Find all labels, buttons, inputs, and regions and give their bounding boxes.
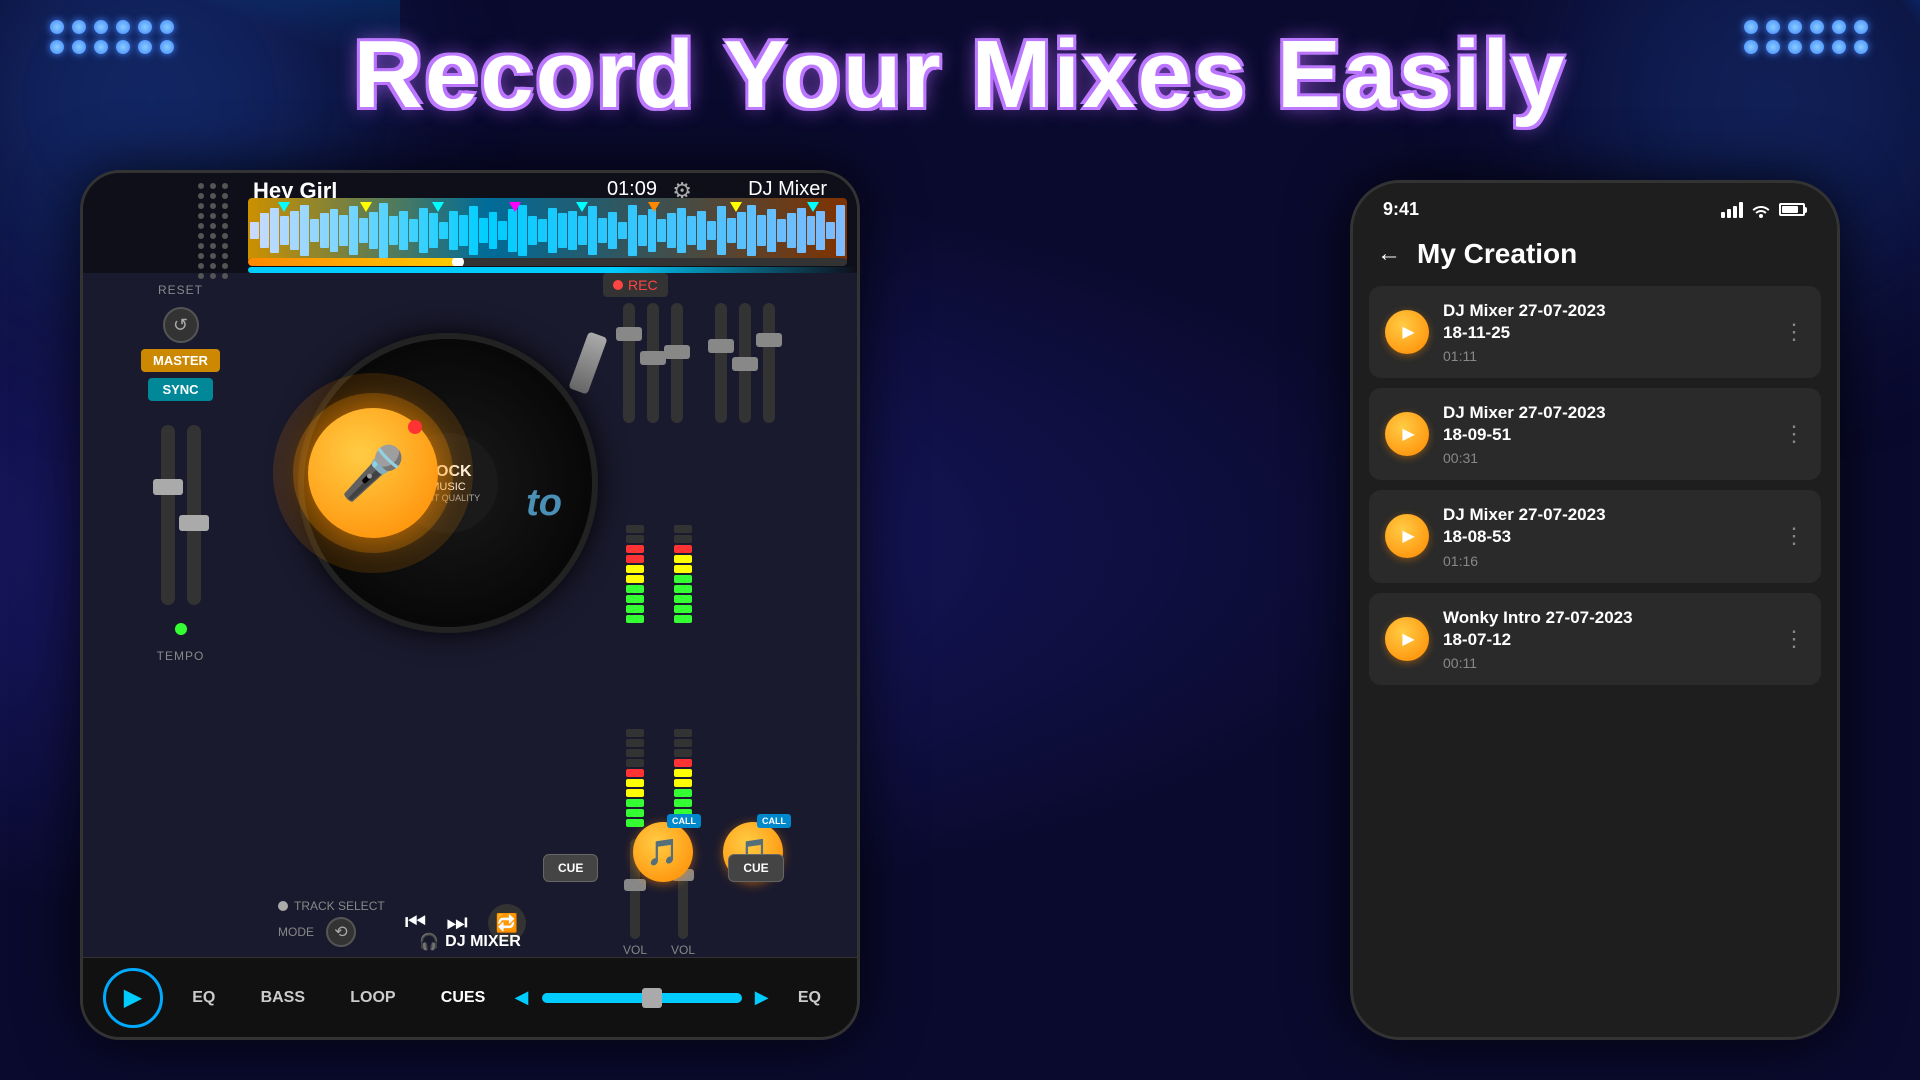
list-item[interactable]: ▶ DJ Mixer 27-07-2023 18-08-53 01:16 ⋮: [1369, 490, 1821, 582]
track-select-label: TRACK SELECT: [294, 899, 385, 913]
mic-icon: 🎤: [341, 443, 406, 504]
page-header: ← My Creation: [1353, 228, 1837, 286]
crossfader-arrow-right[interactable]: ▶: [755, 987, 769, 1008]
play-button-main[interactable]: ▶: [103, 968, 163, 1028]
eq-fader-4[interactable]: [715, 303, 727, 423]
play-circle-1[interactable]: ▶: [1385, 310, 1429, 354]
status-icons: [1721, 202, 1807, 218]
play-circle-4[interactable]: ▶: [1385, 617, 1429, 661]
signal-bars-icon: [1721, 202, 1743, 218]
crossfader[interactable]: [542, 993, 742, 1003]
creation-duration-3: 01:16: [1443, 553, 1769, 569]
tab-loop[interactable]: LOOP: [334, 981, 411, 1015]
creation-name-1: DJ Mixer 27-07-2023 18-11-25: [1443, 300, 1769, 344]
eq-fader-6[interactable]: [763, 303, 775, 423]
progress-line-bottom: [248, 267, 857, 273]
play-icon-4: ▶: [1402, 629, 1414, 649]
mic-rec-dot: [408, 420, 422, 434]
reset-button[interactable]: ↺: [163, 307, 199, 343]
creation-list: ▶ DJ Mixer 27-07-2023 18-11-25 01:11 ⋮ ▶: [1353, 286, 1837, 1037]
cue-button-1[interactable]: CUE: [543, 854, 598, 882]
page-title: My Creation: [1417, 238, 1577, 270]
more-button-4[interactable]: ⋮: [1783, 626, 1805, 652]
creation-info-1: DJ Mixer 27-07-2023 18-11-25 01:11: [1443, 300, 1769, 364]
eq-fader-5[interactable]: [739, 303, 751, 423]
battery-icon: [1779, 203, 1807, 216]
headphones-icon: 🎧: [419, 932, 439, 952]
mic-inner-ring: 🎤: [293, 393, 453, 553]
master-badge[interactable]: MASTER: [141, 349, 220, 372]
list-item[interactable]: ▶ Wonky Intro 27-07-2023 18-07-12 00:11 …: [1369, 593, 1821, 685]
light-dots-right: [1744, 20, 1870, 54]
list-item[interactable]: ▶ DJ Mixer 27-07-2023 18-11-25 01:11 ⋮: [1369, 286, 1821, 378]
dj-mixer-label: 🎧 DJ MIXER: [419, 932, 521, 952]
mic-outer-ring: 🎤: [273, 373, 473, 573]
tab-eq2[interactable]: EQ: [782, 981, 837, 1015]
cue-wrap-2: CUE: [728, 854, 783, 882]
creation-name-3: DJ Mixer 27-07-2023 18-08-53: [1443, 504, 1769, 548]
phone-right-inner: 9:41: [1353, 183, 1837, 1037]
creation-name-4: Wonky Intro 27-07-2023 18-07-12: [1443, 607, 1769, 651]
phone-dj-mixer: Hey Girl 01:09 ⚙ DJ Mixer: [80, 170, 860, 1040]
creation-duration-1: 01:11: [1443, 348, 1769, 364]
eq-fader-3[interactable]: [671, 303, 683, 423]
wifi-icon: [1751, 202, 1771, 218]
light-dots-left: [50, 20, 176, 54]
eq-fader-1[interactable]: [623, 303, 635, 423]
creation-info-4: Wonky Intro 27-07-2023 18-07-12 00:11: [1443, 607, 1769, 671]
call-badge-1: CALL: [667, 814, 701, 828]
mode-label: MODE: [278, 925, 314, 939]
crossfader-arrow-left[interactable]: ◀: [514, 987, 528, 1008]
eq-faders: [623, 303, 775, 423]
creation-info-2: DJ Mixer 27-07-2023 18-09-51 00:31: [1443, 402, 1769, 466]
sync-badge[interactable]: SYNC: [148, 378, 212, 401]
volume-slider-right[interactable]: [187, 425, 201, 605]
bottom-bar: ▶ EQ BASS LOOP CUES ◀ ▶ EQ: [83, 957, 857, 1037]
eq-fader-2[interactable]: [647, 303, 659, 423]
creation-name-2: DJ Mixer 27-07-2023 18-09-51: [1443, 402, 1769, 446]
volume-slider-left[interactable]: [161, 425, 175, 605]
play-circle-3[interactable]: ▶: [1385, 514, 1429, 558]
record-text-line2: to: [526, 483, 592, 525]
tempo-label: TEMPO: [157, 649, 205, 663]
play-icon-1: ▶: [1402, 322, 1414, 342]
creation-duration-2: 00:31: [1443, 450, 1769, 466]
mic-button[interactable]: 🎤: [308, 408, 438, 538]
play-icon-2: ▶: [1402, 424, 1414, 444]
cue-button-2[interactable]: CUE: [728, 854, 783, 882]
status-bar: 9:41: [1353, 183, 1837, 228]
more-button-3[interactable]: ⋮: [1783, 523, 1805, 549]
cue-wrap-1: CUE: [543, 854, 598, 882]
tab-cues[interactable]: CUES: [425, 981, 501, 1015]
dj-screen: Hey Girl 01:09 ⚙ DJ Mixer: [83, 173, 857, 1037]
cue-buttons: CUE CUE: [543, 854, 784, 882]
back-button[interactable]: ←: [1377, 240, 1401, 268]
mode-button[interactable]: ⟲: [326, 917, 356, 947]
level-indicator: [175, 623, 187, 635]
play-circle-2[interactable]: ▶: [1385, 412, 1429, 456]
play-icon-3: ▶: [1402, 526, 1414, 546]
status-time: 9:41: [1383, 199, 1419, 220]
waveform-canvas: [248, 198, 847, 263]
list-item[interactable]: ▶ DJ Mixer 27-07-2023 18-09-51 00:31 ⋮: [1369, 388, 1821, 480]
left-sidebar: RESET ↺ MASTER SYNC TEMPO: [83, 273, 278, 957]
progress-bar[interactable]: [248, 258, 847, 266]
call-badge-2: CALL: [757, 814, 791, 828]
mixer-section: REC: [623, 283, 847, 793]
creation-info-3: DJ Mixer 27-07-2023 18-08-53 01:16: [1443, 504, 1769, 568]
more-button-1[interactable]: ⋮: [1783, 319, 1805, 345]
title-area: Record Your Mixes Easily: [354, 20, 1567, 130]
tab-bass[interactable]: BASS: [245, 981, 321, 1015]
creation-duration-4: 00:11: [1443, 655, 1769, 671]
mic-overlay: 🎤: [273, 373, 473, 573]
reset-label: RESET: [158, 283, 203, 297]
dot-grid: [198, 183, 230, 279]
main-title: Record Your Mixes Easily: [354, 20, 1567, 130]
record-button[interactable]: REC: [603, 273, 668, 297]
phone-my-creation: 9:41: [1350, 180, 1840, 1040]
tab-eq[interactable]: EQ: [176, 981, 231, 1015]
waveform-area: Hey Girl 01:09 ⚙ DJ Mixer: [83, 173, 857, 273]
more-button-2[interactable]: ⋮: [1783, 421, 1805, 447]
transport-area: TRACK SELECT MODE ⟲ ⏮ ⏭ 🔁: [278, 899, 847, 947]
